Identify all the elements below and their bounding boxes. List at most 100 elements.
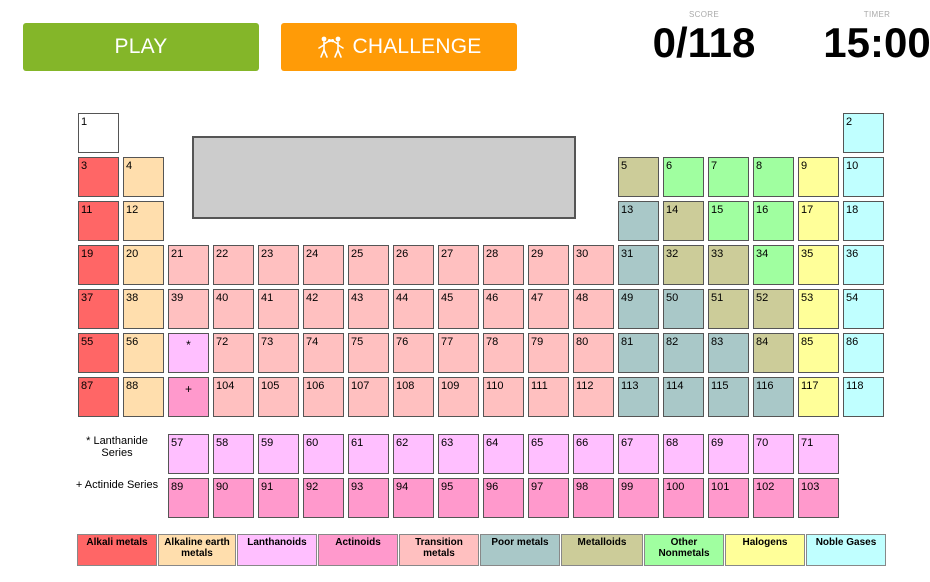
element-cell-109[interactable]: 109 xyxy=(438,377,479,417)
element-cell-59[interactable]: 59 xyxy=(258,434,299,474)
element-cell-14[interactable]: 14 xyxy=(663,201,704,241)
element-cell-47[interactable]: 47 xyxy=(528,289,569,329)
element-cell-7[interactable]: 7 xyxy=(708,157,749,197)
element-cell-105[interactable]: 105 xyxy=(258,377,299,417)
element-cell-64[interactable]: 64 xyxy=(483,434,524,474)
element-cell-6[interactable]: 6 xyxy=(663,157,704,197)
element-cell-85[interactable]: 85 xyxy=(798,333,839,373)
element-cell-50[interactable]: 50 xyxy=(663,289,704,329)
element-cell-79[interactable]: 79 xyxy=(528,333,569,373)
element-cell-110[interactable]: 110 xyxy=(483,377,524,417)
element-cell-22[interactable]: 22 xyxy=(213,245,254,285)
element-cell-17[interactable]: 17 xyxy=(798,201,839,241)
element-cell-106[interactable]: 106 xyxy=(303,377,344,417)
element-cell-91[interactable]: 91 xyxy=(258,478,299,518)
element-cell-61[interactable]: 61 xyxy=(348,434,389,474)
element-cell-40[interactable]: 40 xyxy=(213,289,254,329)
element-cell-93[interactable]: 93 xyxy=(348,478,389,518)
element-cell-11[interactable]: 11 xyxy=(78,201,119,241)
element-cell-30[interactable]: 30 xyxy=(573,245,614,285)
element-cell-73[interactable]: 73 xyxy=(258,333,299,373)
element-cell-5[interactable]: 5 xyxy=(618,157,659,197)
element-cell-99[interactable]: 99 xyxy=(618,478,659,518)
element-cell-66[interactable]: 66 xyxy=(573,434,614,474)
element-cell-20[interactable]: 20 xyxy=(123,245,164,285)
element-cell-80[interactable]: 80 xyxy=(573,333,614,373)
element-cell-2[interactable]: 2 xyxy=(843,113,884,153)
element-cell-97[interactable]: 97 xyxy=(528,478,569,518)
element-cell-112[interactable]: 112 xyxy=(573,377,614,417)
element-cell-71[interactable]: 71 xyxy=(798,434,839,474)
element-cell-118[interactable]: 118 xyxy=(843,377,884,417)
element-cell-113[interactable]: 113 xyxy=(618,377,659,417)
element-cell-98[interactable]: 98 xyxy=(573,478,614,518)
element-cell-33[interactable]: 33 xyxy=(708,245,749,285)
element-cell-1[interactable]: 1 xyxy=(78,113,119,153)
element-cell-115[interactable]: 115 xyxy=(708,377,749,417)
element-cell-12[interactable]: 12 xyxy=(123,201,164,241)
element-cell-28[interactable]: 28 xyxy=(483,245,524,285)
element-cell-3[interactable]: 3 xyxy=(78,157,119,197)
element-cell-48[interactable]: 48 xyxy=(573,289,614,329)
element-cell-78[interactable]: 78 xyxy=(483,333,524,373)
element-cell-63[interactable]: 63 xyxy=(438,434,479,474)
element-cell-69[interactable]: 69 xyxy=(708,434,749,474)
element-cell-32[interactable]: 32 xyxy=(663,245,704,285)
element-cell-44[interactable]: 44 xyxy=(393,289,434,329)
element-cell-43[interactable]: 43 xyxy=(348,289,389,329)
element-cell-108[interactable]: 108 xyxy=(393,377,434,417)
element-cell-16[interactable]: 16 xyxy=(753,201,794,241)
element-cell-21[interactable]: 21 xyxy=(168,245,209,285)
element-cell-8[interactable]: 8 xyxy=(753,157,794,197)
element-cell-52[interactable]: 52 xyxy=(753,289,794,329)
element-cell-104[interactable]: 104 xyxy=(213,377,254,417)
element-cell-18[interactable]: 18 xyxy=(843,201,884,241)
element-cell-26[interactable]: 26 xyxy=(393,245,434,285)
element-cell-56[interactable]: 56 xyxy=(123,333,164,373)
element-cell-51[interactable]: 51 xyxy=(708,289,749,329)
lanthanide-marker[interactable]: * xyxy=(168,333,209,373)
element-cell-37[interactable]: 37 xyxy=(78,289,119,329)
element-cell-31[interactable]: 31 xyxy=(618,245,659,285)
element-cell-75[interactable]: 75 xyxy=(348,333,389,373)
element-cell-46[interactable]: 46 xyxy=(483,289,524,329)
element-cell-38[interactable]: 38 xyxy=(123,289,164,329)
element-cell-92[interactable]: 92 xyxy=(303,478,344,518)
element-cell-23[interactable]: 23 xyxy=(258,245,299,285)
element-cell-41[interactable]: 41 xyxy=(258,289,299,329)
challenge-button[interactable]: CHALLENGE xyxy=(281,23,517,71)
element-cell-95[interactable]: 95 xyxy=(438,478,479,518)
element-cell-117[interactable]: 117 xyxy=(798,377,839,417)
element-cell-86[interactable]: 86 xyxy=(843,333,884,373)
element-cell-35[interactable]: 35 xyxy=(798,245,839,285)
element-cell-19[interactable]: 19 xyxy=(78,245,119,285)
element-cell-55[interactable]: 55 xyxy=(78,333,119,373)
play-button[interactable]: PLAY xyxy=(23,23,259,71)
element-cell-62[interactable]: 62 xyxy=(393,434,434,474)
element-cell-114[interactable]: 114 xyxy=(663,377,704,417)
element-cell-89[interactable]: 89 xyxy=(168,478,209,518)
element-cell-88[interactable]: 88 xyxy=(123,377,164,417)
element-cell-54[interactable]: 54 xyxy=(843,289,884,329)
element-cell-74[interactable]: 74 xyxy=(303,333,344,373)
element-cell-94[interactable]: 94 xyxy=(393,478,434,518)
element-cell-42[interactable]: 42 xyxy=(303,289,344,329)
element-cell-111[interactable]: 111 xyxy=(528,377,569,417)
element-cell-68[interactable]: 68 xyxy=(663,434,704,474)
element-cell-49[interactable]: 49 xyxy=(618,289,659,329)
element-cell-83[interactable]: 83 xyxy=(708,333,749,373)
element-cell-39[interactable]: 39 xyxy=(168,289,209,329)
element-cell-45[interactable]: 45 xyxy=(438,289,479,329)
element-cell-96[interactable]: 96 xyxy=(483,478,524,518)
element-cell-90[interactable]: 90 xyxy=(213,478,254,518)
element-cell-116[interactable]: 116 xyxy=(753,377,794,417)
element-cell-100[interactable]: 100 xyxy=(663,478,704,518)
element-cell-25[interactable]: 25 xyxy=(348,245,389,285)
element-cell-82[interactable]: 82 xyxy=(663,333,704,373)
element-cell-58[interactable]: 58 xyxy=(213,434,254,474)
element-cell-9[interactable]: 9 xyxy=(798,157,839,197)
element-cell-13[interactable]: 13 xyxy=(618,201,659,241)
element-cell-34[interactable]: 34 xyxy=(753,245,794,285)
element-cell-29[interactable]: 29 xyxy=(528,245,569,285)
element-cell-70[interactable]: 70 xyxy=(753,434,794,474)
